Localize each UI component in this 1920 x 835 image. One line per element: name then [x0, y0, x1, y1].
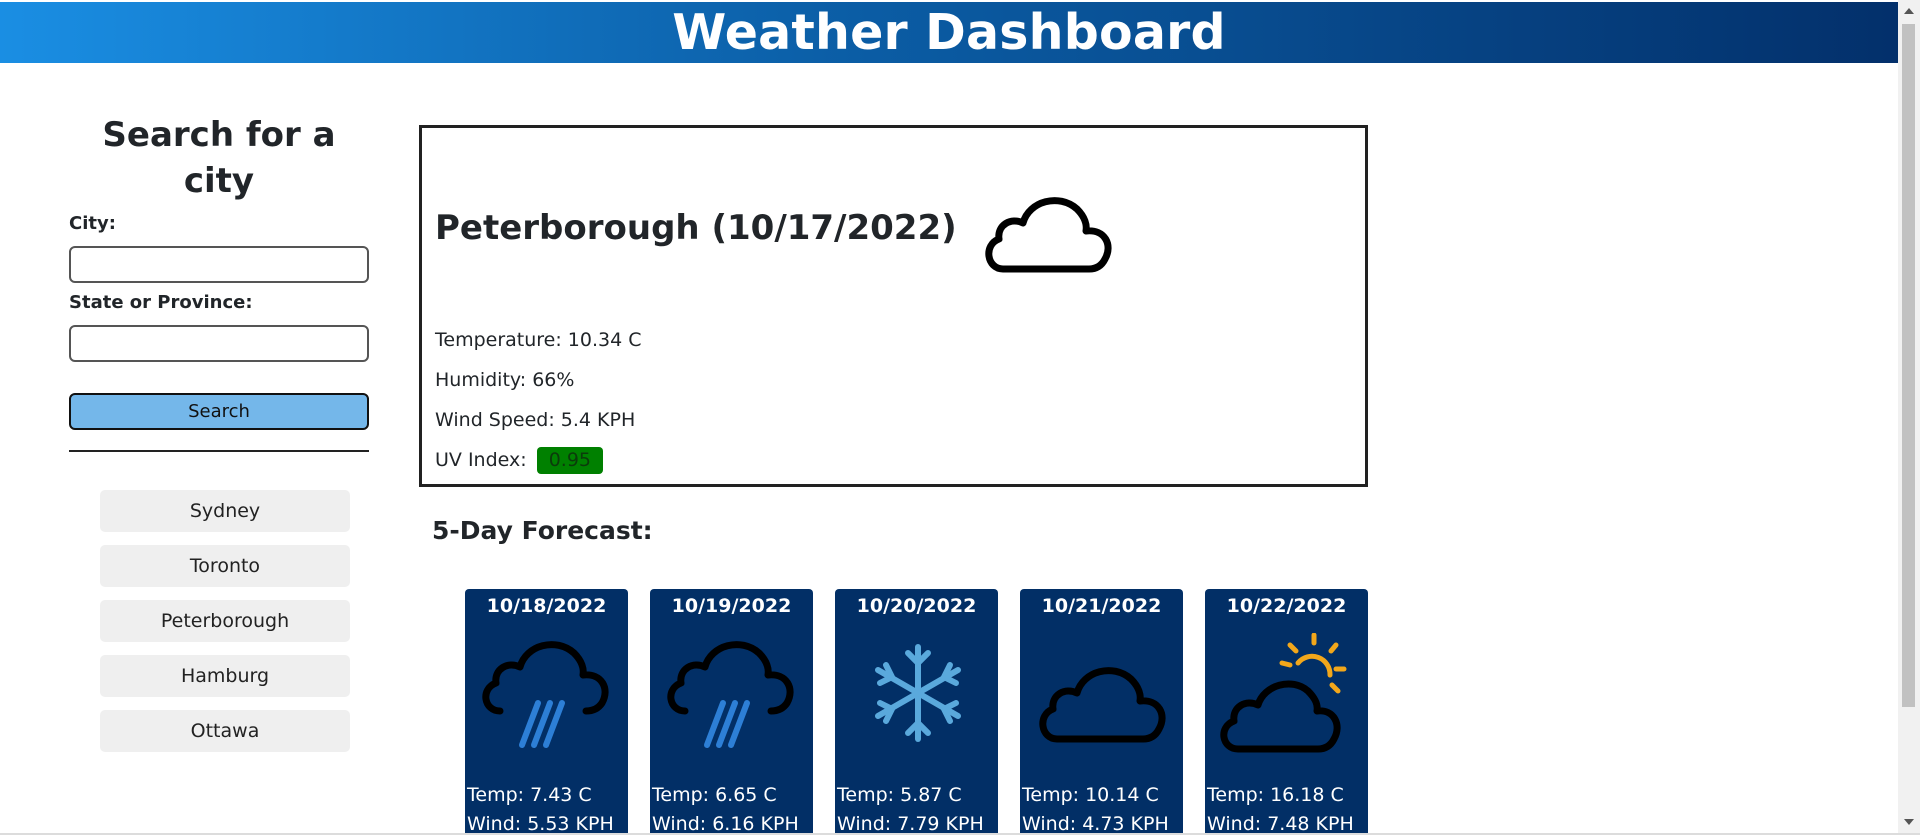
- current-stats: Temperature: 10.34 C Humidity: 66% Wind …: [435, 320, 642, 480]
- forecast-card: 10/18/2022 Temp: 7.43 C Wind: 5.53 KPH: [465, 589, 628, 833]
- cloud-icon: [981, 183, 1117, 282]
- search-history: Sydney Toronto Peterborough Hamburg Otta…: [69, 490, 369, 752]
- temperature-text: Temperature: 10.34 C: [435, 329, 642, 351]
- forecast-temp: Temp: 5.87 C: [837, 784, 962, 806]
- forecast-wind: Wind: 7.48 KPH: [1207, 813, 1354, 833]
- history-button-sydney[interactable]: Sydney: [100, 490, 350, 532]
- cloud-icon: [1039, 667, 1166, 743]
- forecast-card: 10/19/2022 Temp: 6.65 C Wind: 6.16 KPH: [650, 589, 813, 833]
- state-input[interactable]: [69, 325, 369, 362]
- vertical-scrollbar[interactable]: [1898, 0, 1920, 833]
- forecast-title: 5-Day Forecast:: [432, 516, 653, 545]
- page-title: Weather Dashboard: [672, 4, 1226, 61]
- wind-speed-text: Wind Speed: 5.4 KPH: [435, 409, 636, 431]
- city-label: City:: [69, 213, 116, 234]
- history-button-ottawa[interactable]: Ottawa: [100, 710, 350, 752]
- uv-index-label: UV Index:: [435, 449, 527, 471]
- forecast-date: 10/19/2022: [671, 595, 792, 617]
- scroll-up-arrow-icon[interactable]: [1904, 8, 1914, 14]
- humidity-text: Humidity: 66%: [435, 369, 575, 391]
- forecast-card: 10/20/2022 Temp: 5.87 C Wind: 7.79 KPH: [835, 589, 998, 833]
- rain-cloud-icon: [482, 641, 609, 748]
- scroll-down-arrow-icon[interactable]: [1904, 819, 1914, 825]
- snowflake-icon: [875, 644, 961, 742]
- forecast-wind: Wind: 6.16 KPH: [652, 813, 799, 833]
- uv-index-row: UV Index: 0.95: [435, 440, 642, 480]
- search-button[interactable]: Search: [69, 393, 369, 430]
- city-input[interactable]: [69, 246, 369, 283]
- history-button-peterborough[interactable]: Peterborough: [100, 600, 350, 642]
- app-header: Weather Dashboard: [0, 2, 1898, 63]
- forecast-date: 10/21/2022: [1041, 595, 1162, 617]
- current-title-row: Peterborough (10/17/2022): [435, 173, 1117, 282]
- forecast-date: 10/18/2022: [486, 595, 607, 617]
- history-button-toronto[interactable]: Toronto: [100, 545, 350, 587]
- state-label: State or Province:: [69, 292, 253, 313]
- rain-cloud-icon: [667, 641, 794, 748]
- scrollbar-thumb[interactable]: [1902, 24, 1915, 707]
- search-panel: Search for a city City: State or Provinc…: [69, 112, 369, 752]
- forecast-card: 10/22/2022 Temp: 16.18 C Wind: 7.48 KPH: [1205, 589, 1368, 833]
- divider: [69, 450, 369, 452]
- forecast-date: 10/20/2022: [856, 595, 977, 617]
- forecast-card: 10/21/2022 Temp: 10.14 C Wind: 4.73 KPH: [1020, 589, 1183, 833]
- current-city-date: Peterborough (10/17/2022): [435, 207, 957, 248]
- forecast-row: 10/18/2022 Temp: 7.43 C Wind: 5.53 KPH 1…: [465, 589, 1368, 833]
- forecast-temp: Temp: 16.18 C: [1207, 784, 1344, 806]
- page: Weather Dashboard Search for a city City…: [0, 0, 1898, 833]
- forecast-wind: Wind: 4.73 KPH: [1022, 813, 1169, 833]
- forecast-temp: Temp: 7.43 C: [467, 784, 592, 806]
- search-title: Search for a city: [102, 115, 336, 201]
- forecast-wind: Wind: 5.53 KPH: [467, 813, 614, 833]
- current-weather-card: Peterborough (10/17/2022) Temperature: 1…: [419, 125, 1368, 487]
- forecast-wind: Wind: 7.79 KPH: [837, 813, 984, 833]
- sun-behind-cloud-icon: [1220, 633, 1347, 753]
- forecast-date: 10/22/2022: [1226, 595, 1347, 617]
- uv-index-badge: 0.95: [536, 447, 604, 474]
- history-button-hamburg[interactable]: Hamburg: [100, 655, 350, 697]
- forecast-temp: Temp: 6.65 C: [652, 784, 777, 806]
- forecast-temp: Temp: 10.14 C: [1022, 784, 1159, 806]
